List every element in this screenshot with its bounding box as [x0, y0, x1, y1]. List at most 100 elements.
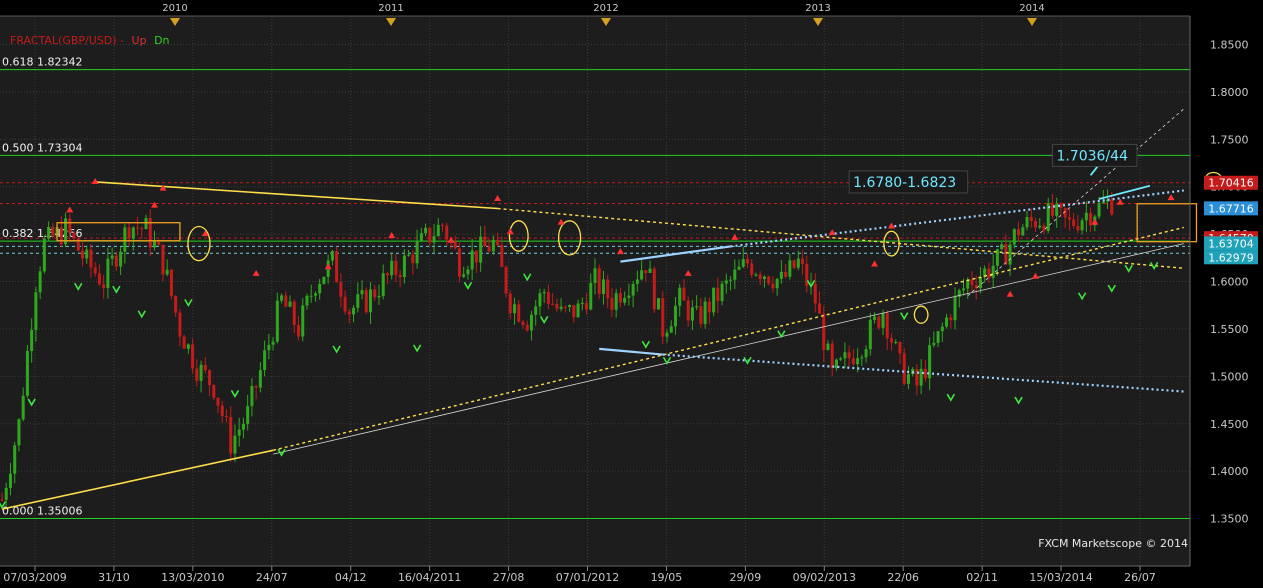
- candle-body: [415, 241, 419, 264]
- candle-body: [267, 344, 271, 351]
- candle-body: [263, 350, 267, 371]
- indicator-title: FRACTAL(GBP/USD) - Up Dn: [10, 34, 170, 47]
- x-tick-label: 19/05: [651, 571, 683, 584]
- candle-body: [0, 499, 4, 501]
- candle-body: [241, 423, 245, 430]
- candle-body: [8, 473, 12, 488]
- year-label: 2013: [805, 3, 830, 14]
- candle-body: [394, 260, 398, 275]
- candle-body: [186, 344, 190, 349]
- y-tick-label: 1.4500: [1210, 418, 1249, 431]
- candle-body: [813, 283, 817, 304]
- candle-body: [707, 301, 711, 313]
- candle-body: [801, 258, 805, 264]
- candle-body: [102, 284, 106, 289]
- candle-body: [254, 386, 258, 388]
- candle-body: [1084, 212, 1088, 221]
- candle-body: [542, 291, 546, 294]
- candle-body: [563, 306, 567, 308]
- candle-body: [411, 254, 415, 264]
- candle-body: [479, 236, 483, 263]
- candle-body: [85, 249, 89, 259]
- candle-body: [741, 259, 745, 267]
- candle-body: [127, 227, 131, 239]
- candle-body: [843, 352, 847, 359]
- candle-body: [182, 336, 186, 349]
- candle-body: [1021, 227, 1025, 236]
- candle-body: [661, 298, 665, 337]
- candle-body: [373, 289, 377, 298]
- candle-body: [864, 349, 868, 358]
- fib-level-label: 0.500 1.73304: [2, 141, 82, 154]
- price-tag-label: 1.67716: [1208, 202, 1254, 215]
- x-tick-label: 29/09: [730, 571, 762, 584]
- candle-body: [678, 287, 682, 306]
- candle-body: [1004, 244, 1008, 265]
- candle-body: [335, 251, 339, 283]
- candle-body: [360, 290, 364, 295]
- candle-body: [237, 429, 241, 436]
- candle-body: [136, 227, 140, 229]
- candle-body: [398, 274, 402, 278]
- candle-body: [665, 332, 669, 337]
- candle-body: [703, 301, 707, 324]
- candle-body: [462, 274, 466, 277]
- x-tick-label: 27/08: [493, 571, 525, 584]
- candle-body: [576, 303, 580, 318]
- x-tick-label: 16/04/2011: [398, 571, 461, 584]
- candle-body: [42, 238, 46, 272]
- candle-body: [860, 357, 864, 359]
- candle-body: [851, 358, 855, 365]
- candle-body: [796, 258, 800, 268]
- candle-body: [301, 305, 305, 337]
- candle-body: [208, 370, 212, 386]
- candle-body: [623, 297, 627, 303]
- candle-body: [601, 279, 605, 294]
- candle-body: [970, 279, 974, 286]
- candle-body: [466, 269, 470, 275]
- candle-body: [114, 255, 118, 267]
- candle-body: [212, 385, 216, 398]
- candle-body: [775, 278, 779, 289]
- candle-body: [407, 254, 411, 256]
- candle-body: [750, 263, 754, 275]
- candle-body: [923, 368, 927, 379]
- candle-body: [767, 276, 771, 284]
- candle-body: [457, 248, 461, 277]
- candle-body: [199, 364, 203, 381]
- candle-body: [1076, 226, 1080, 231]
- candle-body: [729, 279, 733, 281]
- candle-body: [174, 295, 178, 313]
- candle-body: [936, 331, 940, 343]
- candle-body: [119, 251, 123, 267]
- candle-body: [216, 397, 220, 406]
- candle-body: [525, 324, 529, 331]
- annotation-text: 1.6780-1.6823: [853, 175, 956, 191]
- candle-body: [1080, 220, 1084, 231]
- candle-body: [93, 267, 97, 274]
- candle-body: [297, 324, 300, 337]
- candle-body: [347, 311, 351, 315]
- candle-body: [13, 445, 17, 474]
- candle-body: [491, 239, 495, 252]
- candle-body: [640, 270, 644, 280]
- candle-body: [330, 251, 334, 261]
- candle-body: [152, 241, 156, 248]
- candle-body: [589, 282, 593, 310]
- candle-body: [1012, 229, 1016, 245]
- candle-body: [280, 295, 284, 301]
- candle-body: [191, 344, 195, 369]
- candle-body: [1067, 217, 1071, 220]
- candle-body: [275, 300, 279, 342]
- candle-body: [436, 224, 440, 237]
- candle-body: [614, 293, 618, 310]
- candle-body: [4, 487, 8, 500]
- x-tick-label: 07/03/2009: [3, 571, 66, 584]
- candle-body: [580, 302, 584, 304]
- y-tick-label: 1.3500: [1210, 513, 1249, 526]
- candle-body: [356, 294, 360, 308]
- candle-body: [517, 304, 521, 322]
- candle-body: [284, 295, 288, 307]
- candle-body: [309, 295, 313, 297]
- candle-body: [169, 269, 173, 296]
